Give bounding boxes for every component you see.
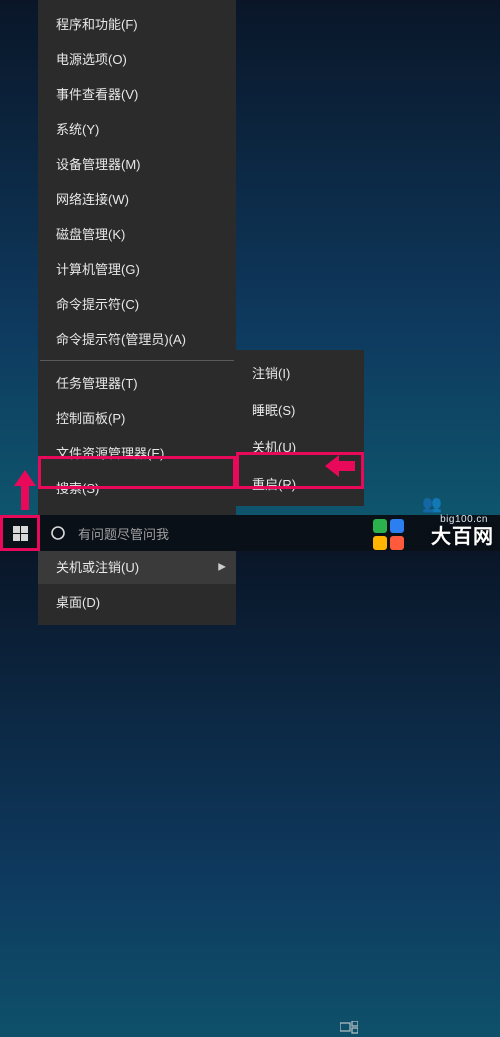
menu-programs-features[interactable]: 程序和功能(F) [38, 6, 236, 41]
menu-power-options[interactable]: 电源选项(O) [38, 41, 236, 76]
search-placeholder-text: 有问题尽管问我 [78, 524, 169, 543]
people-icon: 👥 [422, 494, 442, 514]
submenu-sleep[interactable]: 睡眠(S) [236, 391, 364, 428]
cortana-search[interactable]: 有问题尽管问我 [44, 517, 254, 549]
menu-disk-management[interactable]: 磁盘管理(K) [38, 216, 236, 251]
windows-logo-icon [13, 526, 28, 541]
menu-system[interactable]: 系统(Y) [38, 111, 236, 146]
start-button[interactable] [0, 515, 40, 551]
annotation-arrow-icon [325, 455, 355, 477]
menu-divider [40, 360, 234, 361]
submenu-signout[interactable]: 注销(I) [236, 354, 364, 391]
menu-command-prompt[interactable]: 命令提示符(C) [38, 286, 236, 321]
watermark-logo-icon [373, 519, 404, 550]
menu-task-manager[interactable]: 任务管理器(T) [38, 365, 236, 400]
shutdown-submenu: 注销(I) 睡眠(S) 关机(U) 重启(R) [236, 350, 364, 506]
menu-computer-management[interactable]: 计算机管理(G) [38, 251, 236, 286]
menu-search[interactable]: 搜索(S) [38, 470, 236, 505]
menu-file-explorer[interactable]: 文件资源管理器(E) [38, 435, 236, 470]
menu-device-manager[interactable]: 设备管理器(M) [38, 146, 236, 181]
watermark-text: 大百网 [431, 520, 494, 549]
menu-command-prompt-admin[interactable]: 命令提示符(管理员)(A) [38, 321, 236, 356]
task-view-icon[interactable] [340, 1019, 358, 1037]
menu-desktop[interactable]: 桌面(D) [38, 584, 236, 619]
menu-shutdown-signout[interactable]: 关机或注销(U) ▶ [38, 549, 236, 584]
chevron-right-icon: ▶ [218, 561, 226, 572]
menu-control-panel[interactable]: 控制面板(P) [38, 400, 236, 435]
menu-event-viewer[interactable]: 事件查看器(V) [38, 76, 236, 111]
annotation-arrow-icon [14, 470, 36, 510]
taskbar: 有问题尽管问我 [0, 515, 500, 551]
menu-network-connections[interactable]: 网络连接(W) [38, 181, 236, 216]
cortana-icon [44, 525, 72, 541]
taskbar-pinned-apps [340, 1019, 358, 1037]
